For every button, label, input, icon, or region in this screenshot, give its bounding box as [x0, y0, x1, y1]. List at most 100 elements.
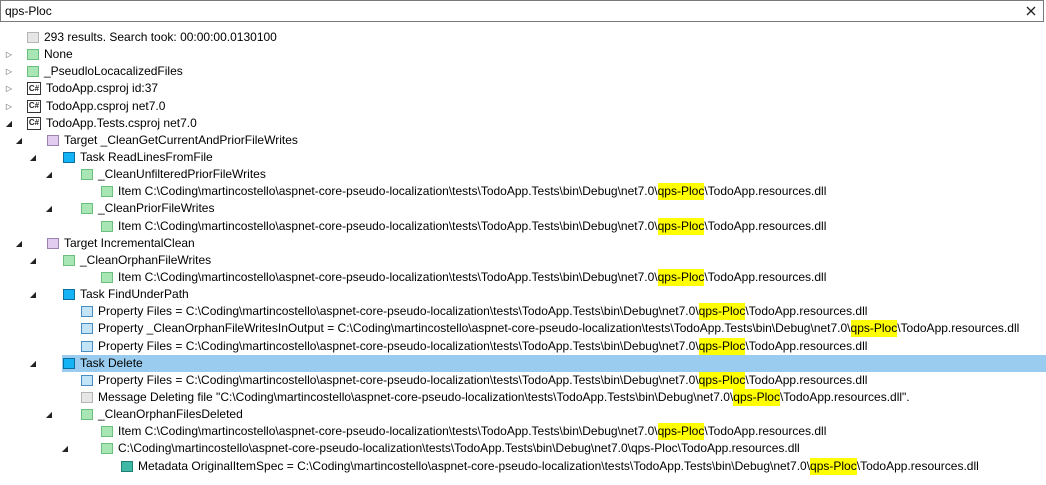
collapsed-triangle-icon[interactable]: ▷ — [4, 98, 14, 115]
tree-node-content: _CleanPriorFileWrites — [81, 200, 214, 217]
tree-node-content: Target IncrementalClean — [47, 235, 195, 252]
expanded-triangle-icon[interactable]: ◢ — [28, 252, 38, 269]
expanded-triangle-icon[interactable]: ◢ — [44, 166, 54, 183]
close-icon — [1026, 6, 1036, 16]
search-results-tree: 293 results. Search took: 00:00:00.01301… — [0, 29, 1046, 475]
node-label-prefix: Item C:\Coding\martincostello\aspnet-cor… — [118, 424, 658, 439]
node-label: _PseudloLocacalizedFiles — [44, 64, 183, 79]
message-icon — [81, 391, 93, 403]
expanded-triangle-icon[interactable]: ◢ — [28, 286, 38, 303]
tree-node-content: _CleanUnfilteredPriorFileWrites — [81, 166, 266, 183]
expanded-triangle-icon[interactable]: ◢ — [14, 235, 24, 252]
tree-row-folder-pseudolocalized-files[interactable]: ▷ _PseudloLocacalizedFiles — [0, 63, 1046, 80]
tree-row-folder-clean-unfiltered[interactable]: ◢ _CleanUnfilteredPriorFileWrites — [0, 166, 1046, 183]
tree-row-item-resources-dll[interactable]: Item C:\Coding\martincostello\aspnet-cor… — [0, 423, 1046, 441]
tree-row-target-clean-get-current[interactable]: ◢ Target _CleanGetCurrentAndPriorFileWrit… — [0, 132, 1046, 149]
tree-row-message-deleting-file[interactable]: Message Deleting file "C:\Coding\martinc… — [0, 388, 1046, 406]
task-icon — [63, 357, 75, 369]
tree-node-content: _PseudloLocacalizedFiles — [27, 63, 183, 80]
tree-node-content: C:\Coding\martincostello\aspnet-core-pse… — [101, 440, 800, 457]
collapsed-triangle-icon[interactable]: ▷ — [4, 63, 14, 80]
tree-node-content: C# TodoApp.csproj id:37 — [27, 80, 158, 97]
property-icon — [81, 340, 93, 352]
node-label-suffix: \TodoApp.resources.dll — [745, 304, 868, 319]
node-label-suffix: \TodoApp.resources.dll — [704, 424, 827, 439]
expanded-triangle-icon[interactable]: ◢ — [28, 355, 38, 372]
tree-row-item-resources-dll[interactable]: Item C:\Coding\martincostello\aspnet-cor… — [0, 268, 1046, 286]
node-label-prefix: Item C:\Coding\martincostello\aspnet-cor… — [118, 184, 658, 199]
folder-icon — [81, 169, 93, 181]
node-label: _CleanUnfilteredPriorFileWrites — [98, 167, 266, 182]
tree-node-content: _CleanOrphanFilesDeleted — [81, 406, 243, 423]
tree-row-folder-clean-orphan-writes[interactable]: ◢ _CleanOrphanFileWrites — [0, 252, 1046, 269]
folder-icon — [81, 409, 93, 421]
node-label-prefix: Item C:\Coding\martincostello\aspnet-cor… — [118, 269, 658, 284]
clear-search-button[interactable] — [1021, 1, 1041, 21]
node-label-suffix: \TodoApp.resources.dll — [704, 218, 827, 233]
tree-row-property-clean-orphan-output[interactable]: Property _CleanOrphanFileWritesInOutput … — [0, 320, 1046, 338]
task-icon — [63, 151, 75, 163]
search-match-highlight: qps-Ploc — [810, 457, 857, 475]
tree-row-item-path-folder[interactable]: ◢ C:\Coding\martincostello\aspnet-core-ps… — [0, 440, 1046, 457]
collapsed-triangle-icon[interactable]: ▷ — [4, 80, 14, 97]
search-match-highlight: qps-Ploc — [657, 217, 705, 235]
target-icon — [47, 134, 59, 146]
search-match-highlight: qps-Ploc — [698, 337, 746, 355]
tree-row-item-resources-dll[interactable]: Item C:\Coding\martincostello\aspnet-cor… — [0, 183, 1046, 201]
tree-row-project-todoapp-tests[interactable]: ◢ C# TodoApp.Tests.csproj net7.0 — [0, 115, 1046, 132]
node-label-suffix: \TodoApp.resources.dll". — [779, 389, 910, 404]
folder-icon — [27, 49, 39, 61]
tree-node-content: Message Deleting file "C:\Coding\martinc… — [81, 388, 910, 406]
target-icon — [47, 237, 59, 249]
tree-node-content: None — [27, 46, 73, 63]
tree-row-folder-none[interactable]: ▷ None — [0, 46, 1046, 63]
tree-row-property-files[interactable]: Property Files = C:\Coding\martincostell… — [0, 371, 1046, 389]
node-label: Task ReadLinesFromFile — [80, 149, 213, 164]
folder-icon — [63, 254, 75, 266]
expanded-triangle-icon[interactable]: ◢ — [28, 149, 38, 166]
node-label-suffix: \TodoApp.resources.dll — [704, 269, 827, 284]
tree-row-project-todoapp-net70[interactable]: ▷ C# TodoApp.csproj net7.0 — [0, 98, 1046, 115]
tree-row-summary-message[interactable]: 293 results. Search took: 00:00:00.01301… — [0, 29, 1046, 46]
node-label: Task FindUnderPath — [80, 287, 189, 302]
folder-icon — [101, 426, 113, 438]
search-match-highlight: qps-Ploc — [698, 303, 746, 321]
task-icon — [63, 289, 75, 301]
tree-row-target-incremental-clean[interactable]: ◢ Target IncrementalClean — [0, 235, 1046, 252]
tree-row-property-files[interactable]: Property Files = C:\Coding\martincostell… — [0, 337, 1046, 355]
tree-row-item-resources-dll[interactable]: Item C:\Coding\martincostello\aspnet-cor… — [0, 217, 1046, 235]
node-label: Target _CleanGetCurrentAndPriorFileWrite… — [64, 132, 298, 147]
tree-row-folder-clean-prior[interactable]: ◢ _CleanPriorFileWrites — [0, 200, 1046, 217]
tree-row-metadata-original-item-spec[interactable]: Metadata OriginalItemSpec = C:\Coding\ma… — [0, 457, 1046, 475]
search-match-highlight: qps-Ploc — [657, 183, 705, 201]
tree-node-content: C# TodoApp.csproj net7.0 — [27, 98, 165, 115]
message-icon — [27, 32, 39, 43]
expanded-triangle-icon[interactable]: ◢ — [4, 115, 14, 132]
expanded-triangle-icon[interactable]: ◢ — [44, 406, 54, 423]
node-label: _CleanOrphanFileWrites — [80, 252, 212, 267]
tree-row-project-todoapp-id37[interactable]: ▷ C# TodoApp.csproj id:37 — [0, 80, 1046, 97]
folder-icon — [101, 186, 113, 198]
node-label: _CleanPriorFileWrites — [98, 201, 215, 216]
tree-row-folder-clean-orphan-deleted[interactable]: ◢ _CleanOrphanFilesDeleted — [0, 406, 1046, 423]
tree-row-task-delete[interactable]: ◢ Task Delete — [0, 354, 1046, 372]
search-input[interactable] — [1, 2, 1021, 20]
node-label: TodoApp.csproj net7.0 — [46, 98, 166, 113]
search-match-highlight: qps-Ploc — [657, 423, 705, 441]
tree-row-task-findunderpath[interactable]: ◢ Task FindUnderPath — [0, 286, 1046, 303]
expanded-triangle-icon[interactable]: ◢ — [44, 200, 54, 217]
csharp-icon: C# — [27, 82, 41, 96]
expanded-triangle-icon[interactable]: ◢ — [60, 440, 70, 457]
collapsed-triangle-icon[interactable]: ▷ — [4, 46, 14, 63]
expanded-triangle-icon[interactable]: ◢ — [14, 132, 24, 149]
node-label-prefix: Item C:\Coding\martincostello\aspnet-cor… — [118, 218, 658, 233]
node-label: Task Delete — [80, 355, 143, 370]
tree-node-content: Property Files = C:\Coding\martincostell… — [81, 371, 867, 389]
tree-row-property-files[interactable]: Property Files = C:\Coding\martincostell… — [0, 303, 1046, 321]
tree-node-content: Property Files = C:\Coding\martincostell… — [81, 337, 867, 355]
node-label-suffix: \TodoApp.resources.dll — [704, 184, 827, 199]
tree-row-task-readlinesfromfile[interactable]: ◢ Task ReadLinesFromFile — [0, 149, 1046, 166]
search-match-highlight: qps-Ploc — [698, 371, 746, 389]
node-label-prefix: Property Files = C:\Coding\martincostell… — [98, 338, 699, 353]
node-label-prefix: Property _CleanOrphanFileWritesInOutput … — [98, 321, 851, 336]
